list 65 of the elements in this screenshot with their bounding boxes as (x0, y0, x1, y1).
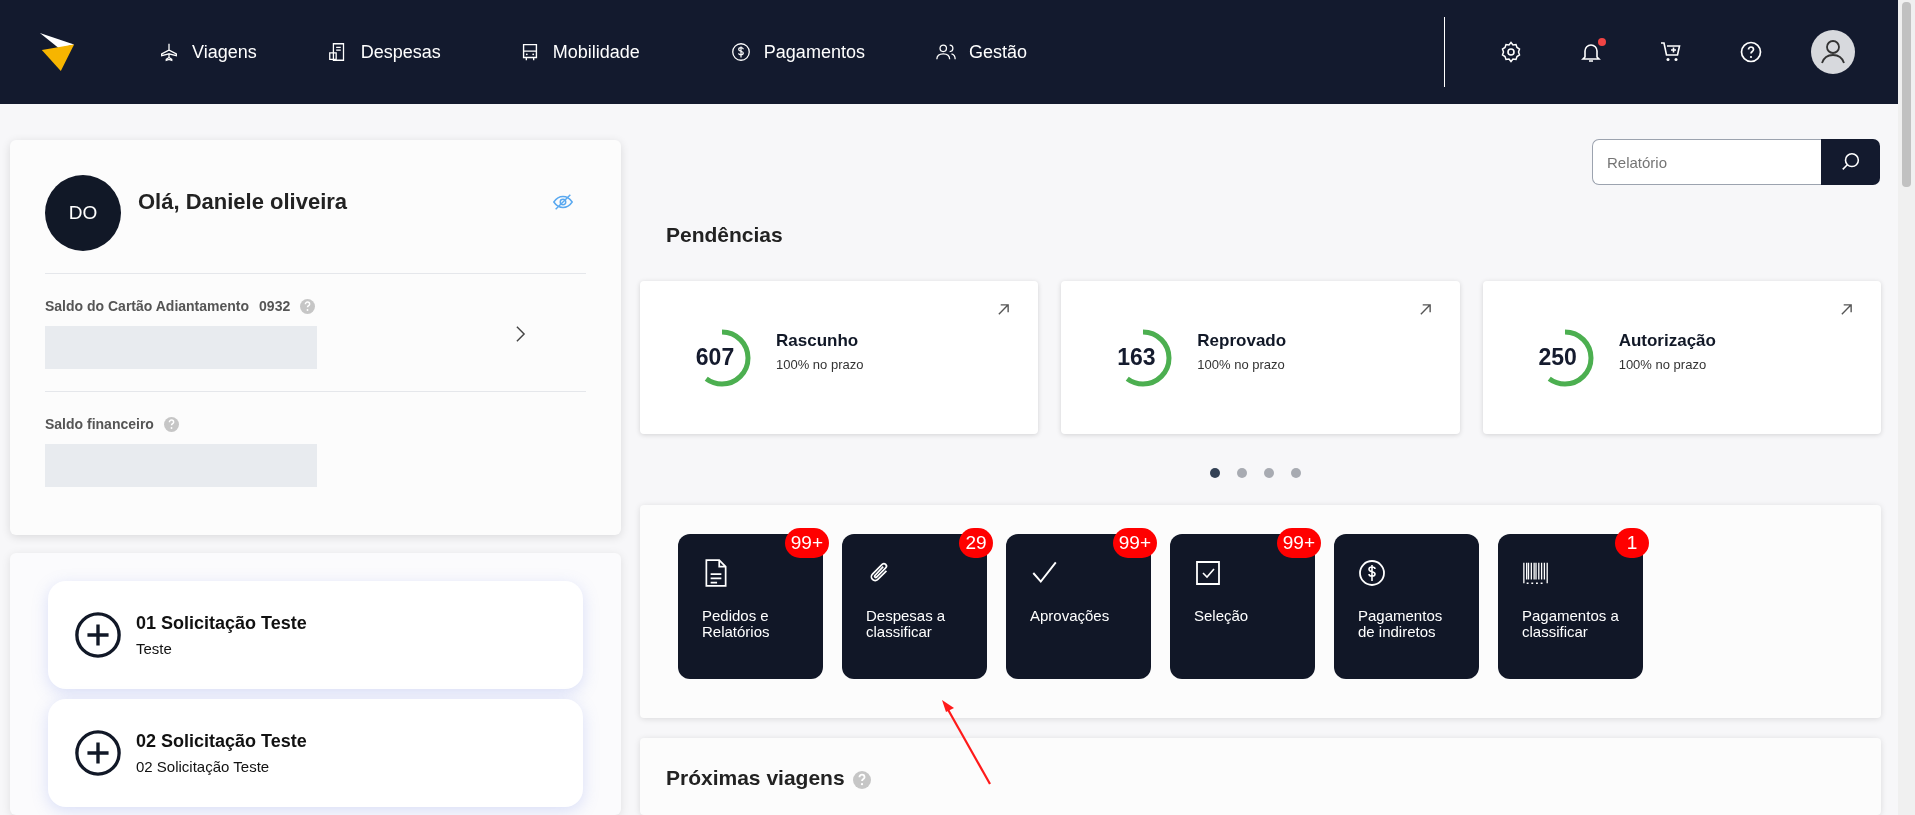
shortcut-label: Pagamentos a classificar (1522, 608, 1619, 640)
user-avatar-icon[interactable] (1811, 30, 1855, 74)
arrow-up-right-icon[interactable] (997, 303, 1011, 316)
balance-label: Saldo do Cartão Adiantamento (45, 298, 250, 314)
chevron-right-icon[interactable] (515, 324, 526, 343)
carousel-dot[interactable] (1264, 468, 1274, 478)
help-icon[interactable] (1739, 40, 1763, 64)
pending-card[interactable]: 607 Rascunho 100% no prazo (640, 281, 1039, 434)
dollar-circle-icon (729, 41, 752, 63)
carousel-dot[interactable] (1237, 468, 1247, 478)
request-item[interactable]: 01 Solicitação Teste Teste (48, 581, 583, 689)
count-badge: 1 (1615, 528, 1649, 558)
nav-link[interactable]: Despesas (326, 41, 441, 63)
count-badge: 29 (959, 528, 993, 558)
pending-label: Reprovado (1197, 331, 1287, 351)
pending-count: 607 (694, 343, 736, 372)
pending-note: 100% no prazo (1618, 357, 1708, 372)
pending-note: 100% no prazo (1197, 357, 1286, 372)
notification-bell-icon[interactable] (1579, 40, 1603, 64)
search-field[interactable]: Relatório (1592, 139, 1821, 185)
dollar-circle-icon (1358, 558, 1386, 588)
card-number: 0932 (259, 298, 291, 314)
shortcut-label: Pagamentos de indiretos (1358, 608, 1444, 640)
pending-label: Rascunho (776, 331, 860, 351)
cart-add-icon[interactable] (1659, 40, 1683, 64)
pending-note: 100% no prazo (776, 357, 864, 372)
request-subtitle: Teste (136, 640, 173, 657)
nav-link[interactable]: Viagens (158, 41, 257, 63)
shortcut-label: Despesas a classificar (866, 608, 947, 640)
shortcut-label: Aprovações (1030, 608, 1111, 624)
pending-count: 163 (1116, 343, 1157, 372)
search-button[interactable] (1821, 139, 1880, 185)
request-title: 01 Solicitação Teste (136, 613, 307, 634)
pending-count: 250 (1537, 343, 1578, 372)
section-title: Pendências (666, 223, 784, 247)
pending-card[interactable]: 163 Reprovado 100% no prazo (1061, 281, 1460, 434)
settings-icon[interactable] (1499, 40, 1523, 64)
arrow-up-right-icon[interactable] (1418, 303, 1432, 316)
nav-link[interactable]: Pagamentos (729, 41, 865, 63)
request-subtitle: 02 Solicitação Teste (136, 758, 271, 775)
scrollbar[interactable] (1898, 0, 1915, 815)
shortcut-tile[interactable]: Pagamentos de indiretos (1334, 534, 1479, 679)
shortcut-label: Pedidos e Relatórios (702, 608, 771, 640)
section-title: Próximas viagens (666, 766, 845, 790)
checkbox-icon (1194, 558, 1222, 588)
count-badge: 99+ (784, 528, 829, 558)
carousel-dot[interactable] (1291, 468, 1301, 478)
count-badge: 99+ (1276, 528, 1321, 558)
arrow-up-right-icon[interactable] (1840, 303, 1853, 316)
search-icon (1839, 151, 1862, 173)
balance-label: Saldo financeiro (45, 416, 154, 432)
user-initials-avatar: DO (45, 175, 121, 251)
greeting: Olá, Daniele oliveira (138, 189, 349, 215)
request-title: 02 Solicitação Teste (136, 731, 307, 752)
request-item[interactable]: 02 Solicitação Teste 02 Solicitação Teste (48, 699, 583, 807)
carousel-dot[interactable] (1210, 468, 1220, 478)
airplane-icon (158, 41, 180, 63)
shortcut-label: Seleção (1194, 608, 1250, 624)
nav-link[interactable]: Mobilidade (518, 41, 640, 63)
pending-card[interactable]: 250 Autorização 100% no prazo (1482, 281, 1881, 434)
plus-circle-icon (74, 729, 122, 777)
pending-label: Autorização (1618, 331, 1716, 351)
plus-circle-icon (74, 611, 122, 659)
nav-link[interactable]: Gestão (934, 41, 1027, 63)
count-badge: 99+ (1112, 528, 1157, 558)
